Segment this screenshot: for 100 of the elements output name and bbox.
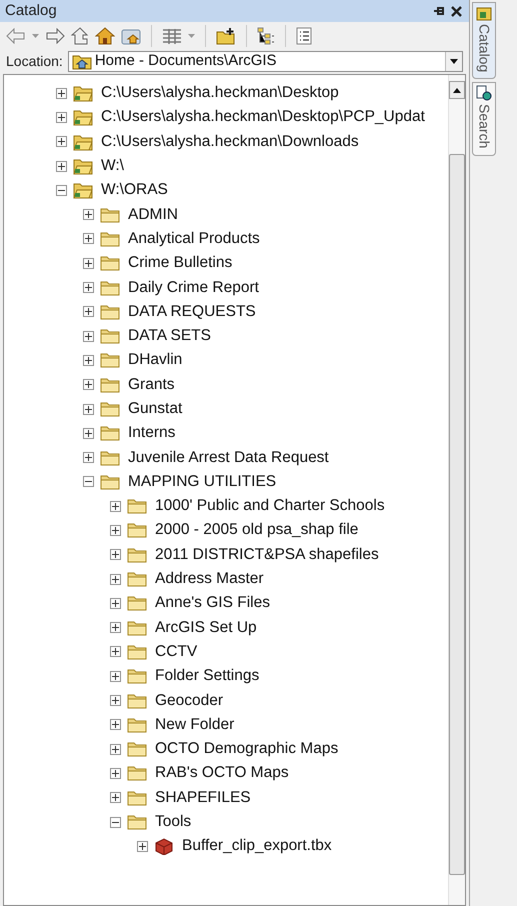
expand-toggle[interactable] — [110, 574, 121, 585]
side-tab[interactable]: Search — [472, 82, 496, 156]
tree-item[interactable]: RAB's OCTO Maps — [155, 764, 289, 782]
expand-toggle[interactable] — [56, 88, 67, 99]
back-arrow-icon[interactable] — [6, 28, 26, 44]
folder-icon — [127, 644, 147, 660]
tree-item[interactable]: W:\ORAS — [101, 181, 168, 200]
tree-item[interactable]: C:\Users\alysha.heckman\Desktop — [101, 84, 339, 102]
expand-toggle[interactable] — [110, 768, 121, 779]
expand-toggle[interactable] — [56, 112, 67, 123]
add-folder-icon[interactable] — [216, 26, 236, 44]
tree-item[interactable]: 2011 DISTRICT&PSA shapefiles — [155, 546, 379, 564]
folder-icon — [100, 474, 120, 490]
tree-item[interactable]: ADMIN — [128, 206, 178, 224]
tree-item[interactable]: 2000 - 2005 old psa_shap file — [155, 521, 358, 540]
expand-toggle[interactable] — [110, 524, 121, 536]
grid-view-icon[interactable] — [162, 28, 182, 44]
expand-toggle[interactable] — [83, 330, 94, 342]
tree-item[interactable]: 1000' Public and Charter Schools — [155, 497, 385, 516]
tree-item[interactable]: New Folder — [155, 716, 234, 734]
folder-icon — [127, 692, 147, 709]
forward-arrow-icon[interactable] — [45, 28, 65, 44]
folder-icon — [100, 425, 120, 442]
expand-toggle[interactable] — [83, 404, 94, 414]
tree-item[interactable]: Geocoder — [155, 692, 224, 710]
expand-toggle[interactable] — [110, 719, 121, 730]
expand-toggle[interactable] — [83, 209, 94, 220]
tree-item[interactable]: Juvenile Arrest Data Request — [128, 448, 329, 467]
scroll-up-icon[interactable] — [453, 88, 461, 92]
folder-connection-icon — [73, 132, 93, 151]
folder-icon — [127, 741, 147, 758]
expand-toggle[interactable] — [110, 744, 121, 755]
scrollbar[interactable] — [448, 75, 465, 905]
up-arrow-icon[interactable] — [71, 26, 89, 44]
tree-item[interactable]: Analytical Products — [128, 230, 260, 248]
tree-item[interactable]: DATA SETS — [128, 327, 211, 346]
side-tab[interactable]: Catalog — [472, 2, 496, 80]
folder-icon — [127, 620, 147, 636]
tree-item[interactable]: Buffer_clip_export.tbx — [182, 837, 332, 856]
tree-item[interactable]: Gunstat — [128, 400, 182, 418]
expand-toggle[interactable] — [110, 670, 121, 682]
expand-toggle[interactable] — [137, 840, 148, 852]
expand-toggle[interactable] — [56, 160, 67, 172]
expand-toggle[interactable] — [83, 428, 94, 439]
collapse-toggle[interactable] — [56, 184, 67, 196]
expand-toggle[interactable] — [110, 695, 121, 706]
tree-item[interactable]: Anne's GIS Files — [155, 594, 270, 612]
folder-icon — [127, 668, 147, 684]
tree-item[interactable]: CCTV — [155, 642, 198, 661]
folder-icon — [100, 304, 120, 320]
collapse-toggle[interactable] — [110, 816, 121, 828]
pin-icon[interactable] — [433, 5, 445, 17]
folder-connection-icon — [73, 181, 93, 200]
expand-toggle[interactable] — [83, 233, 94, 244]
tree-item[interactable]: C:\Users\alysha.heckman\Downloads — [101, 132, 359, 151]
tree-item[interactable]: Grants — [128, 376, 175, 394]
expand-toggle[interactable] — [83, 258, 94, 269]
tree-item[interactable]: ArcGIS Set Up — [155, 618, 257, 637]
tree-item[interactable]: SHAPEFILES — [155, 788, 251, 807]
folder-icon — [127, 546, 147, 563]
home-folder-icon[interactable] — [121, 26, 141, 44]
tree-item[interactable]: Folder Settings — [155, 667, 260, 686]
expand-toggle[interactable] — [83, 379, 94, 390]
expand-toggle[interactable] — [56, 136, 67, 148]
folder-icon — [127, 790, 147, 806]
home-icon[interactable] — [95, 26, 115, 44]
expand-toggle[interactable] — [110, 598, 121, 609]
catalog-icon — [476, 5, 492, 21]
tree-item[interactable]: W:\ — [101, 157, 124, 176]
tree-item[interactable]: DATA REQUESTS — [128, 302, 256, 321]
tree-item[interactable]: MAPPING UTILITIES — [128, 472, 276, 491]
folder-icon — [100, 280, 120, 296]
tree-view-icon[interactable] — [257, 26, 275, 44]
list-view-icon[interactable] — [296, 26, 312, 44]
tree-item[interactable]: Daily Crime Report — [128, 278, 259, 297]
close-icon[interactable] — [451, 6, 462, 16]
expand-toggle[interactable] — [83, 282, 94, 294]
folder-icon — [127, 498, 147, 514]
tree-item[interactable]: Crime Bulletins — [128, 254, 232, 272]
location-dropdown[interactable]: Home - Documents\ArcGIS — [68, 51, 463, 72]
expand-toggle[interactable] — [83, 306, 94, 318]
tree-item[interactable]: DHavlin — [128, 351, 182, 370]
expand-toggle[interactable] — [83, 452, 94, 464]
folder-icon — [127, 571, 147, 588]
expand-toggle[interactable] — [110, 549, 121, 560]
folder-icon — [100, 230, 120, 247]
tree-item[interactable]: C:\Users\alysha.heckman\Desktop\PCP_Updat — [101, 108, 425, 126]
expand-toggle[interactable] — [110, 500, 121, 512]
expand-toggle[interactable] — [83, 354, 94, 366]
expand-toggle[interactable] — [110, 622, 121, 634]
dropdown-caret-icon[interactable] — [450, 59, 458, 64]
expand-toggle[interactable] — [110, 646, 121, 658]
tree-item[interactable]: OCTO Demographic Maps — [155, 740, 338, 758]
tree-item[interactable]: Tools — [155, 813, 192, 832]
window-title: Catalog — [5, 0, 58, 21]
tree-item[interactable]: Address Master — [155, 570, 264, 588]
folder-icon — [127, 765, 147, 782]
expand-toggle[interactable] — [110, 792, 121, 804]
collapse-toggle[interactable] — [83, 476, 94, 488]
tree-item[interactable]: Interns — [128, 424, 176, 442]
